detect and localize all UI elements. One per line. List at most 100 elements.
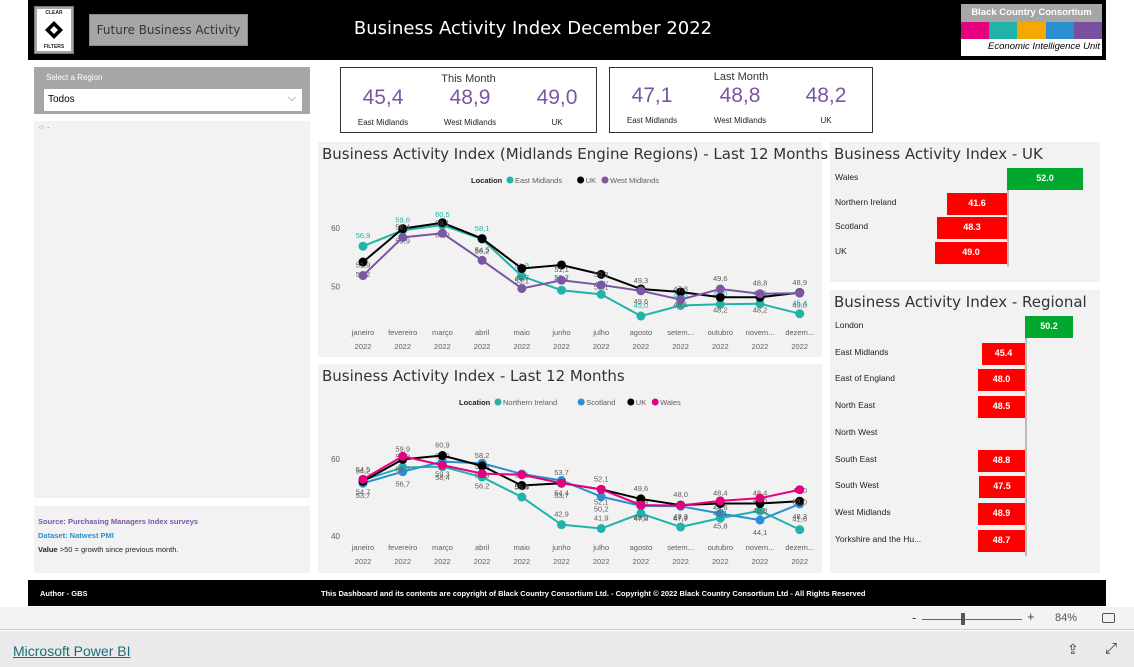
source-notes: Source: Purchasing Managers Index survey… <box>34 506 310 573</box>
future-business-activity-button[interactable]: Future Business Activity <box>89 14 248 46</box>
bar-row[interactable]: South West 47.5 <box>830 476 1100 499</box>
bar-row[interactable]: UK 49.0 <box>830 242 1100 265</box>
data-point <box>676 295 686 305</box>
data-label: 53,7 <box>554 468 569 477</box>
x-tick-label: julho <box>592 328 609 337</box>
zoom-in-button[interactable]: + <box>1027 609 1035 624</box>
legend-marker <box>506 176 514 184</box>
data-label: 48,2 <box>713 305 728 314</box>
share-icon[interactable]: ⇪ <box>1067 641 1079 658</box>
data-point <box>557 275 566 285</box>
x-tick-label: 2022 <box>553 557 570 566</box>
x-tick-label: 2022 <box>672 342 689 351</box>
data-label: 42,9 <box>554 510 569 519</box>
fullscreen-icon[interactable]: ⤢ <box>1105 640 1117 657</box>
data-label: 48,8 <box>753 279 768 288</box>
legend-label: Scotland <box>586 398 615 407</box>
data-point <box>517 492 527 502</box>
x-tick-label: janeiro <box>351 543 375 552</box>
clear-filters-button[interactable]: CLEAR FILTERS <box>34 6 74 54</box>
filters-label: FILTERS <box>43 44 65 50</box>
data-point <box>517 283 527 293</box>
x-tick-label: 2022 <box>513 557 530 566</box>
x-tick-label: 2022 <box>355 557 372 566</box>
bar-row[interactable]: West Midlands 48.9 <box>830 502 1100 525</box>
data-label: 49,0 <box>792 301 807 310</box>
bar-row[interactable]: Wales 52.0 <box>830 168 1100 190</box>
data-label: 56,9 <box>356 231 371 240</box>
legend-label: Northern Ireland <box>503 398 557 407</box>
bar-row[interactable]: Northern Ireland 41.6 <box>830 192 1100 215</box>
data-point <box>557 285 566 295</box>
x-tick-label: 2022 <box>791 557 808 566</box>
region-dropdown[interactable]: Todos ⌵ <box>44 89 302 111</box>
x-tick-label: junho <box>551 543 570 552</box>
x-tick-label: dezem... <box>785 543 814 552</box>
legend-marker <box>651 398 659 406</box>
power-bi-link[interactable]: Microsoft Power BI <box>13 643 130 659</box>
data-label: 49,3 <box>634 276 649 285</box>
x-tick-label: 2022 <box>513 342 530 351</box>
legend-marker <box>577 176 585 184</box>
data-label: 60,9 <box>435 441 450 450</box>
x-tick-label: 2022 <box>593 342 610 351</box>
data-label: 44,1 <box>753 528 768 537</box>
data-point <box>398 232 408 242</box>
data-label: 56,7 <box>395 480 410 489</box>
data-label: 48,0 <box>634 513 649 522</box>
x-tick-label: maio <box>514 543 530 552</box>
kpi-label: West Midlands <box>443 118 497 127</box>
bar-row[interactable]: North East 48.5 <box>830 396 1100 419</box>
bar-row[interactable]: Yorkshire and the Hu... 48.7 <box>830 529 1100 552</box>
bar-row[interactable]: East Midlands 45.4 <box>830 342 1100 365</box>
x-tick-label: março <box>432 543 453 552</box>
bar-row[interactable]: London 50.2 <box>830 316 1100 338</box>
logo-subtitle: Economic Intelligence Unit <box>988 41 1100 52</box>
data-label: 49,7 <box>514 273 529 282</box>
bar-row[interactable]: East of England 48.0 <box>830 369 1100 392</box>
data-point <box>358 474 368 484</box>
legend-label: West Midlands <box>610 176 659 185</box>
logo-stripe <box>1045 22 1074 39</box>
bar: 48.0 <box>978 369 1025 392</box>
data-point <box>795 485 805 495</box>
zoom-out-button[interactable]: - <box>912 610 916 625</box>
data-point <box>477 234 487 244</box>
bar-category-label: Yorkshire and the Hu... <box>835 533 922 544</box>
bar: 45.4 <box>982 342 1025 365</box>
series-line <box>362 460 801 522</box>
x-tick-label: abril <box>475 543 490 552</box>
zoom-level: 84% <box>1055 612 1078 624</box>
x-tick-label: 2022 <box>752 342 769 351</box>
x-tick-label: 2022 <box>712 342 729 351</box>
bar-row[interactable]: North West <box>830 423 1100 443</box>
data-label: 48,3 <box>792 512 807 521</box>
x-tick-label: janeiro <box>351 328 375 337</box>
midlands-line-chart: Business Activity Index (Midlands Engine… <box>318 142 828 357</box>
data-point <box>795 309 805 319</box>
data-point <box>676 500 686 510</box>
bar-row[interactable]: Scotland 48.3 <box>830 217 1100 240</box>
blank-visual: ⁘ · <box>34 121 310 498</box>
logo-stripe <box>989 22 1018 39</box>
x-tick-label: 2022 <box>355 342 372 351</box>
x-tick-label: agosto <box>630 543 653 552</box>
fit-to-page-icon[interactable] <box>1102 613 1115 623</box>
bar: 48.3 <box>937 217 1007 240</box>
bar-row[interactable]: South East 48.8 <box>830 449 1100 472</box>
footer: Author - GBS This Dashboard and its cont… <box>28 580 1106 606</box>
regional-bar-chart: Business Activity Index - Regional Londo… <box>830 290 1100 573</box>
zoom-slider-thumb[interactable] <box>961 613 966 625</box>
data-point <box>437 460 447 470</box>
card-title: This Month <box>441 73 496 85</box>
bottom-bar <box>0 631 1134 667</box>
data-point <box>636 286 646 296</box>
data-point <box>477 461 487 471</box>
x-tick-label: março <box>432 328 453 337</box>
kpi-value: 49,0 <box>536 86 578 109</box>
data-point <box>596 524 606 534</box>
x-tick-label: novem... <box>746 328 775 337</box>
zoom-slider-track[interactable] <box>922 619 1022 620</box>
x-tick-label: 2022 <box>633 342 650 351</box>
data-point <box>755 493 765 503</box>
